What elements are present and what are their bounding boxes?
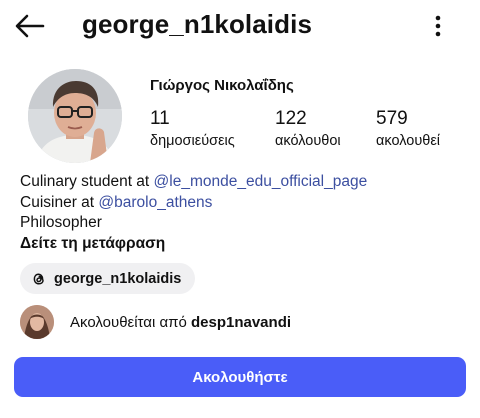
- profile-photo: [28, 69, 122, 163]
- back-button[interactable]: [12, 10, 48, 42]
- following-label: ακολουθεί: [376, 133, 441, 149]
- top-bar: george_n1kolaidis: [0, 0, 480, 56]
- see-translation-link[interactable]: Δείτε τη μετάφραση: [20, 234, 470, 255]
- threads-icon: [33, 272, 44, 285]
- follower-photo: [20, 305, 54, 339]
- more-options-button[interactable]: [424, 12, 452, 42]
- profile-bio: Culinary student at @le_monde_edu_offici…: [20, 172, 470, 254]
- bio-line: Culinary student at @le_monde_edu_offici…: [20, 172, 470, 193]
- bio-mention-link[interactable]: @le_monde_edu_official_page: [154, 173, 368, 190]
- kebab-menu-icon: [435, 15, 441, 37]
- follower-avatar: [20, 305, 54, 339]
- mutual-follower-username[interactable]: desp1navandi: [191, 314, 291, 331]
- threads-handle: george_n1kolaidis: [54, 270, 182, 287]
- posts-count: 11: [150, 108, 170, 129]
- bio-line: Cuisiner at @barolo_athens: [20, 193, 470, 214]
- followed-by-prefix: Ακολουθείται από: [70, 313, 191, 331]
- bio-text: Culinary student at: [20, 173, 154, 190]
- followers-label: ακόλουθοι: [275, 133, 341, 149]
- threads-profile-chip[interactable]: george_n1kolaidis: [20, 263, 196, 294]
- following-stat[interactable]: 579 ακολουθεί: [376, 108, 440, 149]
- profile-display-name: Γιώργος Νικολαΐδης: [150, 77, 294, 94]
- followers-count: 122: [275, 108, 307, 129]
- followed-by-text: Ακολουθείται από desp1navandi: [70, 314, 291, 331]
- bio-text: Cuisiner at: [20, 193, 99, 211]
- posts-label: δημοσιεύσεις: [150, 133, 235, 149]
- followed-by-row[interactable]: Ακολουθείται από desp1navandi: [20, 304, 291, 340]
- follow-button[interactable]: Ακολουθήστε: [14, 357, 466, 397]
- bio-line: Philosopher: [20, 214, 102, 231]
- posts-stat[interactable]: 11 δημοσιεύσεις: [150, 108, 235, 149]
- following-count: 579: [376, 108, 408, 129]
- profile-avatar[interactable]: [28, 69, 122, 163]
- arrow-left-icon: [15, 14, 45, 38]
- followers-stat[interactable]: 122 ακόλουθοι: [275, 108, 341, 149]
- profile-username-title: george_n1kolaidis: [82, 9, 312, 39]
- bio-mention-link[interactable]: @barolo_athens: [98, 194, 212, 211]
